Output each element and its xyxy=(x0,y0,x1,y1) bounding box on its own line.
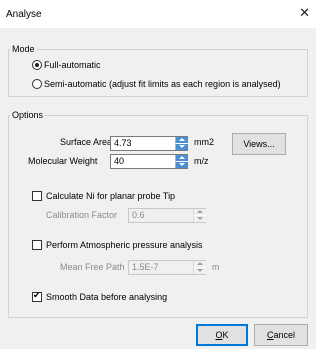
arrow-down-icon xyxy=(179,163,185,166)
surface-area-value[interactable]: 4.73 xyxy=(114,138,132,148)
calibration-factor-spinbox[interactable]: 0.6 xyxy=(128,208,206,223)
semi-automatic-label[interactable]: Semi-automatic (adjust fit limits as eac… xyxy=(44,79,281,89)
surface-area-spinbox[interactable]: 4.73 xyxy=(110,136,188,151)
arrow-up-icon xyxy=(197,262,203,265)
surface-area-label: Surface Area xyxy=(60,137,113,147)
full-automatic-radio[interactable] xyxy=(32,60,42,70)
cancel-button[interactable]: Cancel xyxy=(254,324,308,346)
molecular-weight-unit: m/z xyxy=(194,156,209,166)
calibration-factor-value[interactable]: 0.6 xyxy=(132,210,145,220)
atmospheric-checkbox[interactable] xyxy=(32,240,42,250)
arrow-down-icon xyxy=(197,217,203,220)
arrow-up-icon xyxy=(197,210,203,213)
mode-group xyxy=(8,49,308,97)
molecular-weight-label: Molecular Weight xyxy=(28,156,98,166)
spin-down-button[interactable] xyxy=(175,144,188,150)
views-button[interactable]: Views... xyxy=(232,133,286,155)
spin-up-button[interactable] xyxy=(175,155,188,162)
arrow-up-icon xyxy=(179,138,185,141)
title-bar: Analyse ✕ xyxy=(0,0,316,28)
dialog-title: Analyse xyxy=(6,9,42,20)
mean-free-path-unit: m xyxy=(212,262,220,272)
molecular-weight-value[interactable]: 40 xyxy=(114,156,124,166)
spin-up-button[interactable] xyxy=(175,137,188,144)
mean-free-path-spin-buttons xyxy=(193,261,206,274)
calibration-spin-buttons xyxy=(193,209,206,222)
smooth-data-label[interactable]: Smooth Data before analysing xyxy=(46,292,167,302)
arrow-down-icon xyxy=(179,145,185,148)
molecular-weight-spin-buttons xyxy=(175,155,188,168)
smooth-data-checkbox[interactable]: ✔ xyxy=(32,290,42,302)
mean-free-path-value[interactable]: 1.5E-7 xyxy=(132,262,159,272)
full-automatic-label[interactable]: Full-automatic xyxy=(44,60,101,70)
ok-button[interactable]: OK xyxy=(196,324,248,346)
mode-legend: Mode xyxy=(10,44,37,54)
ok-mnemonic: O xyxy=(215,330,223,340)
analyse-dialog: Analyse ✕ Mode Full-automatic Semi-autom… xyxy=(0,0,316,349)
checkmark-icon: ✔ xyxy=(33,290,41,300)
surface-area-unit: mm2 xyxy=(194,137,214,147)
molecular-weight-spinbox[interactable]: 40 xyxy=(110,154,188,169)
mean-free-path-spinbox[interactable]: 1.5E-7 xyxy=(128,260,206,275)
spin-down-button[interactable] xyxy=(175,162,188,168)
semi-automatic-radio[interactable] xyxy=(32,79,42,89)
ok-label-rest: K xyxy=(222,330,229,340)
calculate-ni-checkbox[interactable] xyxy=(32,191,42,201)
close-icon[interactable]: ✕ xyxy=(299,6,310,19)
cancel-label-rest: ancel xyxy=(273,330,295,340)
arrow-down-icon xyxy=(197,269,203,272)
spin-up-button[interactable] xyxy=(193,261,206,268)
surface-area-spin-buttons xyxy=(175,137,188,150)
calculate-ni-label[interactable]: Calculate Ni for planar probe Tip xyxy=(46,191,175,201)
spin-up-button[interactable] xyxy=(193,209,206,216)
options-legend: Options xyxy=(10,110,46,120)
calibration-factor-label: Calibration Factor xyxy=(46,210,118,220)
spin-down-button[interactable] xyxy=(193,268,206,274)
atmospheric-label[interactable]: Perform Atmospheric pressure analysis xyxy=(46,240,203,250)
spin-down-button[interactable] xyxy=(193,216,206,222)
arrow-up-icon xyxy=(179,156,185,159)
radio-selected-dot xyxy=(35,63,39,67)
mean-free-path-label: Mean Free Path xyxy=(60,262,125,272)
